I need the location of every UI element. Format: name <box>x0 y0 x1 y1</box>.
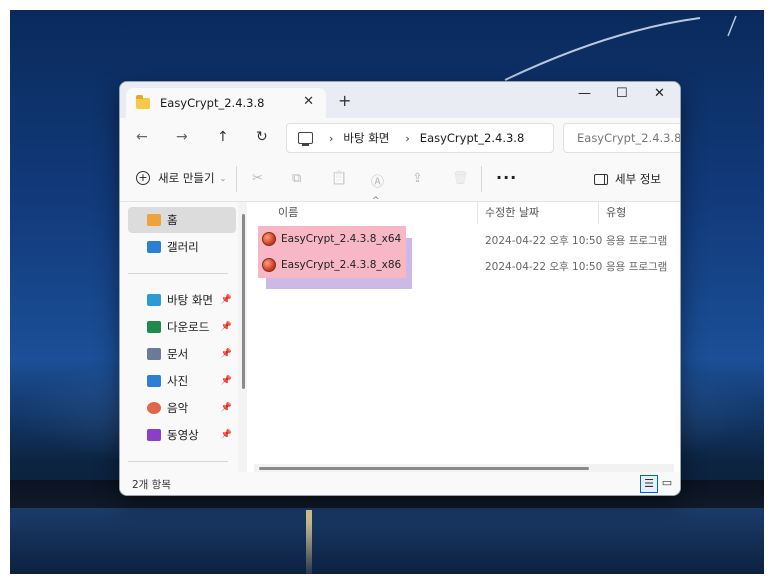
breadcrumb-easycrypt[interactable]: EasyCrypt_2.4.3.8 <box>420 131 524 145</box>
breadcrumb-chevron-icon: › <box>329 131 334 145</box>
file-name: EasyCrypt_2.4.3.8_x64 <box>281 233 402 245</box>
table-row[interactable]: EasyCrypt_2.4.3.8_x64 <box>258 226 406 252</box>
file-type: 응용 프로그램 <box>606 235 668 247</box>
details-view-button[interactable]: ☰ <box>640 475 658 493</box>
column-header-type[interactable]: 유형 <box>606 204 626 220</box>
details-pane-icon <box>594 173 608 185</box>
forward-button[interactable]: → <box>176 129 188 145</box>
sidebar-item-label: 문서 <box>167 347 189 361</box>
address-bar[interactable]: › 바탕 화면 › EasyCrypt_2.4.3.8 <box>286 123 554 153</box>
navigation-pane: 홈 갤러리 바탕 화면 📌 다운로드 📌 문서 📌 사진 📌 음악 📌 동영상 … <box>120 202 238 472</box>
light-reflection <box>306 510 312 574</box>
table-row[interactable]: EasyCrypt_2.4.3.8_x86 <box>258 252 406 278</box>
file-date: 2024-04-22 오후 10:50 <box>485 235 603 247</box>
tab-bar: EasyCrypt_2.4.3.8 ✕ + — ☐ ✕ <box>120 82 680 118</box>
column-divider[interactable] <box>598 202 599 224</box>
pin-icon: 📌 <box>220 349 232 359</box>
sidebar-item-label: 홈 <box>167 213 178 227</box>
sidebar-item-gallery[interactable]: 갤러리 <box>128 234 236 260</box>
sidebar-item-label: 바탕 화면 <box>167 293 213 307</box>
pin-icon: 📌 <box>220 295 232 305</box>
sidebar-scrollbar[interactable] <box>242 214 245 389</box>
sidebar-item-music[interactable]: 음악 📌 <box>128 395 236 421</box>
chevron-down-icon: ⌄ <box>219 173 227 183</box>
sidebar-item-pictures[interactable]: 사진 📌 <box>128 368 236 394</box>
application-icon <box>262 258 276 272</box>
command-bar: + 새로 만들기 ⌄ ✂ ⧉ 📋 Ⓐ ⇪ 🗑 ··· 세부 정보 <box>120 158 680 202</box>
tab-close-icon[interactable]: ✕ <box>303 94 314 109</box>
cut-icon[interactable]: ✂ <box>252 171 263 186</box>
sidebar-item-label: 갤러리 <box>167 240 199 254</box>
column-header-name[interactable]: 이름 <box>278 204 298 220</box>
column-header-date[interactable]: 수정한 날짜 <box>485 204 539 220</box>
rename-icon[interactable]: Ⓐ <box>371 171 384 190</box>
back-button[interactable]: ← <box>136 129 148 145</box>
gallery-icon <box>147 241 161 253</box>
copy-icon[interactable]: ⧉ <box>292 171 301 186</box>
minimize-button[interactable]: — <box>578 86 591 101</box>
sidebar-item-label: 다운로드 <box>167 320 210 334</box>
file-date: 2024-04-22 오후 10:50 <box>485 261 603 273</box>
new-button[interactable]: + 새로 만들기 ⌄ <box>136 170 226 186</box>
horizontal-scrollbar[interactable] <box>259 467 589 470</box>
tiles-view-button[interactable]: ▭ <box>659 475 675 491</box>
status-bar: 2개 항목 ☰ ▭ <box>120 472 680 495</box>
close-window-button[interactable]: ✕ <box>654 86 665 101</box>
navigation-bar: ← → ↑ ↻ › 바탕 화면 › EasyCrypt_2.4.3.8 Easy… <box>120 118 680 158</box>
sidebar-item-home[interactable]: 홈 <box>128 207 236 233</box>
search-input[interactable]: EasyCrypt_2.4.3.8 검 <box>563 123 680 153</box>
file-explorer-window: EasyCrypt_2.4.3.8 ✕ + — ☐ ✕ ← → ↑ ↻ › 바탕… <box>119 81 681 496</box>
breadcrumb-desktop[interactable]: 바탕 화면 <box>343 130 389 146</box>
paste-icon[interactable]: 📋 <box>331 171 347 186</box>
column-divider[interactable] <box>477 202 478 224</box>
add-circle-icon: + <box>136 171 150 185</box>
up-button[interactable]: ↑ <box>217 129 229 145</box>
sidebar-item-downloads[interactable]: 다운로드 📌 <box>128 314 236 340</box>
pin-icon: 📌 <box>220 376 232 386</box>
refresh-button[interactable]: ↻ <box>256 129 268 145</box>
sidebar-divider <box>128 273 228 274</box>
music-icon <box>147 402 161 414</box>
tab-easycrypt[interactable]: EasyCrypt_2.4.3.8 ✕ <box>126 88 326 118</box>
delete-icon[interactable]: 🗑 <box>452 171 469 186</box>
sidebar-item-label: 음악 <box>167 401 189 415</box>
home-icon <box>147 214 161 226</box>
video-icon <box>147 429 161 441</box>
pictures-icon <box>147 375 161 387</box>
breadcrumb-chevron-icon: › <box>405 131 410 145</box>
file-name: EasyCrypt_2.4.3.8_x86 <box>281 259 402 271</box>
document-icon <box>147 348 161 360</box>
sidebar-item-desktop[interactable]: 바탕 화면 📌 <box>128 287 236 313</box>
file-type: 응용 프로그램 <box>606 261 668 273</box>
lake <box>10 508 764 574</box>
share-icon[interactable]: ⇪ <box>412 171 423 186</box>
desktop-icon <box>147 294 161 306</box>
maximize-button[interactable]: ☐ <box>616 86 628 101</box>
item-count: 2개 항목 <box>132 479 171 491</box>
sidebar-item-videos[interactable]: 동영상 📌 <box>128 422 236 448</box>
download-icon <box>147 321 161 333</box>
new-tab-button[interactable]: + <box>338 91 351 110</box>
more-options-icon[interactable]: ··· <box>496 168 517 187</box>
pin-icon: 📌 <box>220 403 232 413</box>
divider <box>236 166 237 192</box>
pin-icon: 📌 <box>220 430 232 440</box>
folder-icon <box>136 94 150 109</box>
sidebar-item-documents[interactable]: 문서 📌 <box>128 341 236 367</box>
sidebar-divider <box>128 461 228 462</box>
this-pc-icon <box>298 132 313 146</box>
sidebar-item-label: 동영상 <box>167 428 199 442</box>
sidebar-item-label: 사진 <box>167 374 189 388</box>
divider <box>481 166 482 192</box>
application-icon <box>262 232 276 246</box>
pin-icon: 📌 <box>220 322 232 332</box>
new-button-label: 새로 만들기 <box>158 171 215 185</box>
tab-title: EasyCrypt_2.4.3.8 <box>160 96 265 110</box>
details-pane-label: 세부 정보 <box>615 172 661 186</box>
details-pane-button[interactable]: 세부 정보 <box>594 171 661 187</box>
file-list: ^ 이름 수정한 날짜 유형 EasyCrypt_2.4.3.8_x64 202… <box>247 196 680 474</box>
sort-ascending-icon: ^ <box>372 196 380 206</box>
